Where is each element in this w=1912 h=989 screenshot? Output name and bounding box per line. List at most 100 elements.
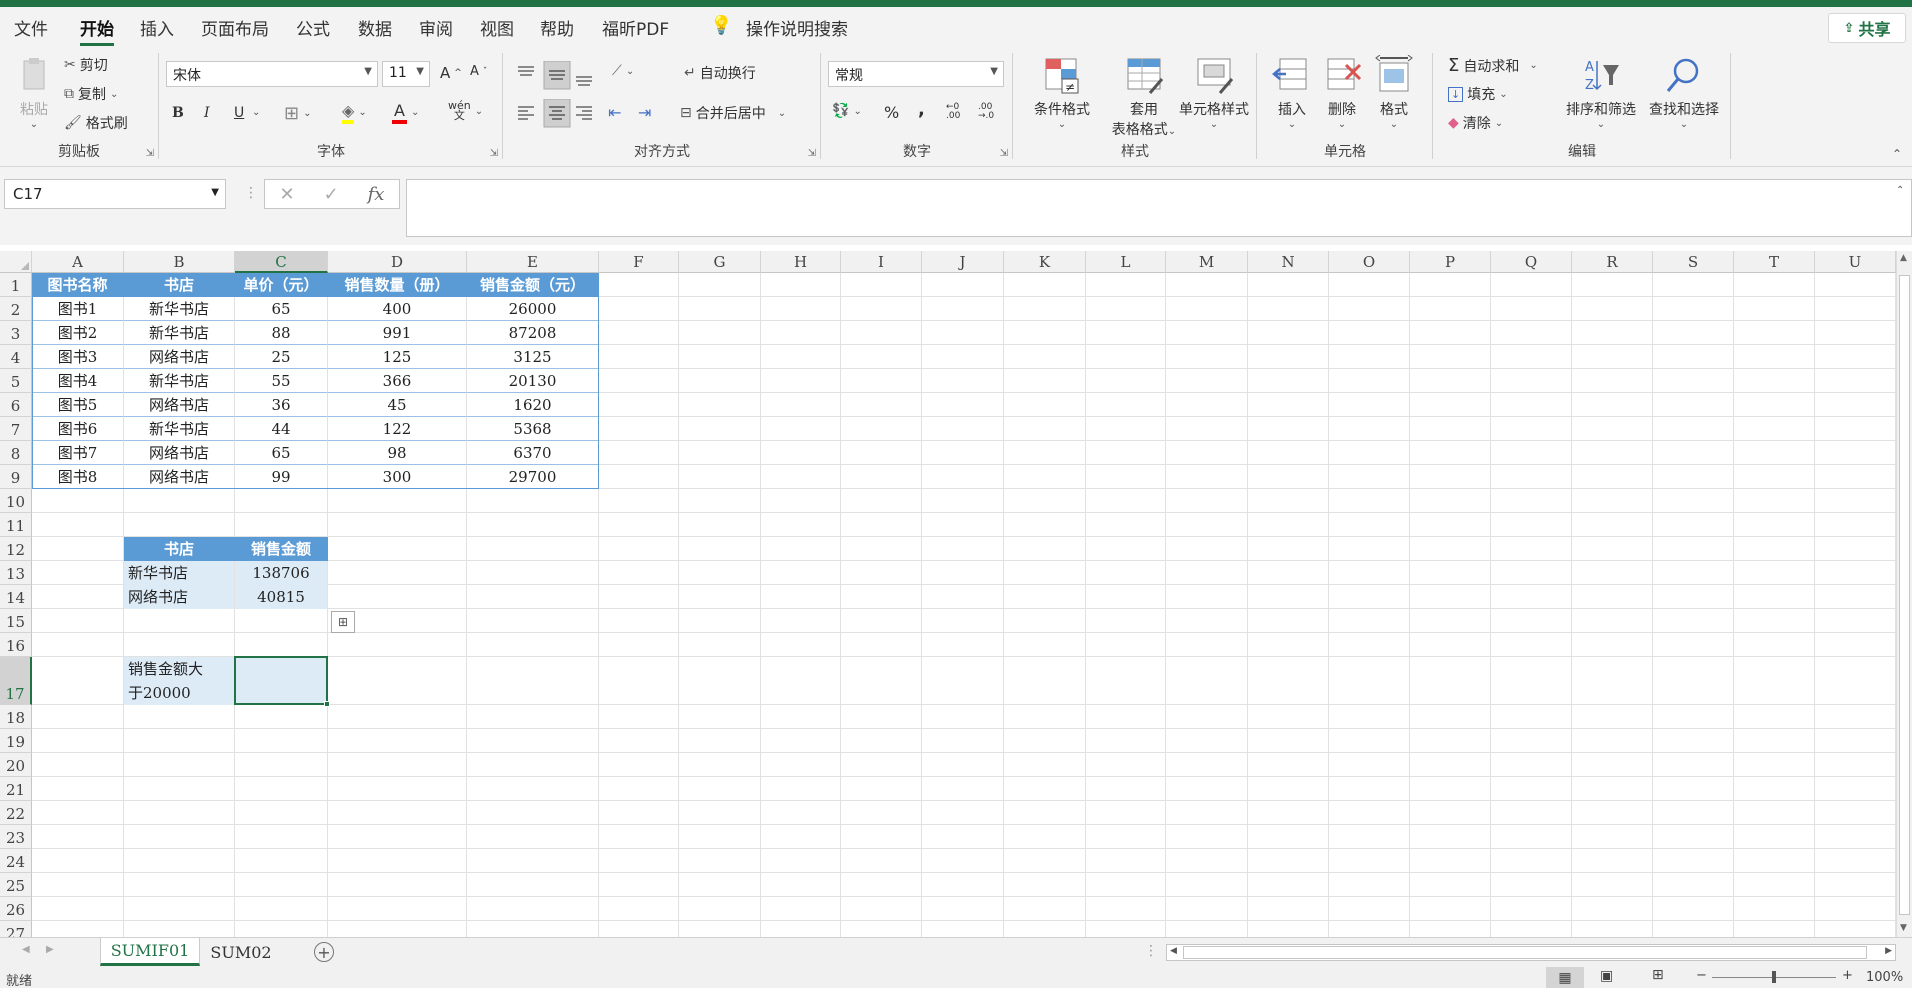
tab-help[interactable]: 帮助 (540, 15, 574, 40)
grid-cell[interactable] (1329, 345, 1410, 369)
table-header-cell[interactable]: 图书名称 (32, 273, 124, 297)
grid-cell[interactable] (841, 849, 922, 873)
grid-cell[interactable] (1653, 489, 1734, 513)
grid-cell[interactable] (32, 825, 124, 849)
grid-cell[interactable] (841, 369, 922, 393)
cell-styles-button[interactable]: 单元格样式 ⌄ (1174, 55, 1254, 130)
grid-cell[interactable] (235, 705, 328, 729)
grid-cell[interactable] (467, 849, 599, 873)
grid-cell[interactable] (1086, 465, 1166, 489)
table-cell[interactable]: 26000 (467, 297, 599, 321)
grid-cell[interactable] (1004, 537, 1086, 561)
conditional-format-button[interactable]: ≠ 条件格式 ⌄ (1022, 55, 1102, 130)
grid-cell[interactable] (1410, 729, 1491, 753)
grid-cell[interactable] (1166, 729, 1248, 753)
grid-cell[interactable] (1734, 585, 1815, 609)
grid-cell[interactable] (328, 801, 467, 825)
grid-cell[interactable] (1572, 849, 1653, 873)
grid-cell[interactable] (1410, 897, 1491, 921)
table-cell[interactable]: 图书3 (32, 345, 124, 369)
tab-data[interactable]: 数据 (358, 15, 392, 40)
grid-cell[interactable] (32, 921, 124, 937)
grid-cell[interactable] (1815, 297, 1896, 321)
grid-cell[interactable] (1004, 369, 1086, 393)
table-cell[interactable]: 新华书店 (124, 417, 235, 441)
table-cell[interactable]: 44 (235, 417, 328, 441)
percent-button[interactable]: % (884, 103, 899, 122)
summary-cell[interactable]: 网络书店 (124, 585, 235, 609)
collapse-ribbon-icon[interactable]: ⌃ (1892, 147, 1902, 161)
column-header[interactable]: M (1166, 251, 1248, 273)
merge-center-button[interactable]: ⊟ 合并后居中 ⌄ (680, 103, 786, 123)
grid-cell[interactable] (1166, 849, 1248, 873)
grid-cell[interactable] (1166, 657, 1248, 705)
grid-cell[interactable] (124, 513, 235, 537)
grid-cell[interactable] (1734, 921, 1815, 937)
grid-cell[interactable] (1734, 297, 1815, 321)
grid-cell[interactable] (1329, 777, 1410, 801)
grid-cell[interactable] (1410, 297, 1491, 321)
grid-cell[interactable] (679, 729, 761, 753)
grid-cell[interactable] (467, 585, 599, 609)
grid-cell[interactable] (328, 777, 467, 801)
grid-cell[interactable] (1410, 849, 1491, 873)
grid-cell[interactable] (235, 897, 328, 921)
grid-cell[interactable] (922, 801, 1004, 825)
grid-cell[interactable] (124, 777, 235, 801)
worksheet-grid[interactable]: A B C D E F G H I J K L M N O P Q R S T U 1 2 3 4 5 6 7 8 9 10 11 12 13 14… (0, 251, 1896, 937)
grid-cell[interactable] (841, 705, 922, 729)
grid-cell[interactable] (1572, 537, 1653, 561)
grid-cell[interactable] (1329, 801, 1410, 825)
grid-cell[interactable] (235, 633, 328, 657)
paste-button[interactable]: 粘贴 ⌄ (14, 55, 54, 130)
tab-view[interactable]: 视图 (480, 15, 514, 40)
grid-cell[interactable] (1248, 609, 1329, 633)
grid-cell[interactable] (599, 561, 679, 585)
table-cell[interactable]: 网络书店 (124, 393, 235, 417)
borders-icon[interactable]: ⊞ ⌄ (284, 103, 311, 124)
grid-cell[interactable] (1572, 801, 1653, 825)
grid-cell[interactable] (467, 633, 599, 657)
scrollbar-thumb[interactable] (1183, 946, 1867, 959)
grid-cell[interactable] (1815, 369, 1896, 393)
grid-cell[interactable] (1166, 393, 1248, 417)
grid-cell[interactable] (1734, 657, 1815, 705)
zoom-slider-thumb[interactable] (1772, 971, 1776, 983)
grid-cell[interactable] (1004, 609, 1086, 633)
grid-cell[interactable] (1734, 465, 1815, 489)
bold-button[interactable]: B (172, 105, 184, 121)
scroll-up-icon[interactable]: ▲ (1900, 253, 1907, 263)
table-cell[interactable]: 图书7 (32, 441, 124, 465)
grid-cell[interactable] (1653, 705, 1734, 729)
page-layout-view-icon[interactable]: ▣ (1600, 968, 1613, 984)
grid-cell[interactable] (599, 777, 679, 801)
grid-cell[interactable] (1004, 465, 1086, 489)
grid-cell[interactable] (1410, 657, 1491, 705)
grid-cell[interactable] (761, 657, 841, 705)
grid-cell[interactable] (1572, 753, 1653, 777)
grid-cell[interactable] (1410, 393, 1491, 417)
table-cell[interactable]: 图书1 (32, 297, 124, 321)
grid-cell[interactable] (1004, 729, 1086, 753)
grid-cell[interactable] (599, 801, 679, 825)
table-cell[interactable]: 29700 (467, 465, 599, 489)
grid-cell[interactable] (1004, 345, 1086, 369)
grid-cell[interactable] (922, 273, 1004, 297)
grid-cell[interactable] (1491, 537, 1572, 561)
grid-cell[interactable] (679, 609, 761, 633)
grid-cell[interactable] (761, 273, 841, 297)
grid-cell[interactable] (1410, 609, 1491, 633)
grid-cell[interactable] (124, 825, 235, 849)
grid-cell[interactable] (599, 345, 679, 369)
grid-cell[interactable] (841, 609, 922, 633)
grid-cell[interactable] (467, 873, 599, 897)
copy-button[interactable]: ⧉ 复制 ⌄ (64, 84, 118, 104)
column-header[interactable]: T (1734, 251, 1815, 273)
grid-cell[interactable] (1166, 633, 1248, 657)
grid-cell[interactable] (1329, 441, 1410, 465)
summary-header-cell[interactable]: 销售金额 (235, 537, 328, 561)
grid-cell[interactable] (761, 897, 841, 921)
grid-cell[interactable] (1491, 369, 1572, 393)
grid-cell[interactable] (467, 489, 599, 513)
grid-cell[interactable] (1653, 657, 1734, 705)
